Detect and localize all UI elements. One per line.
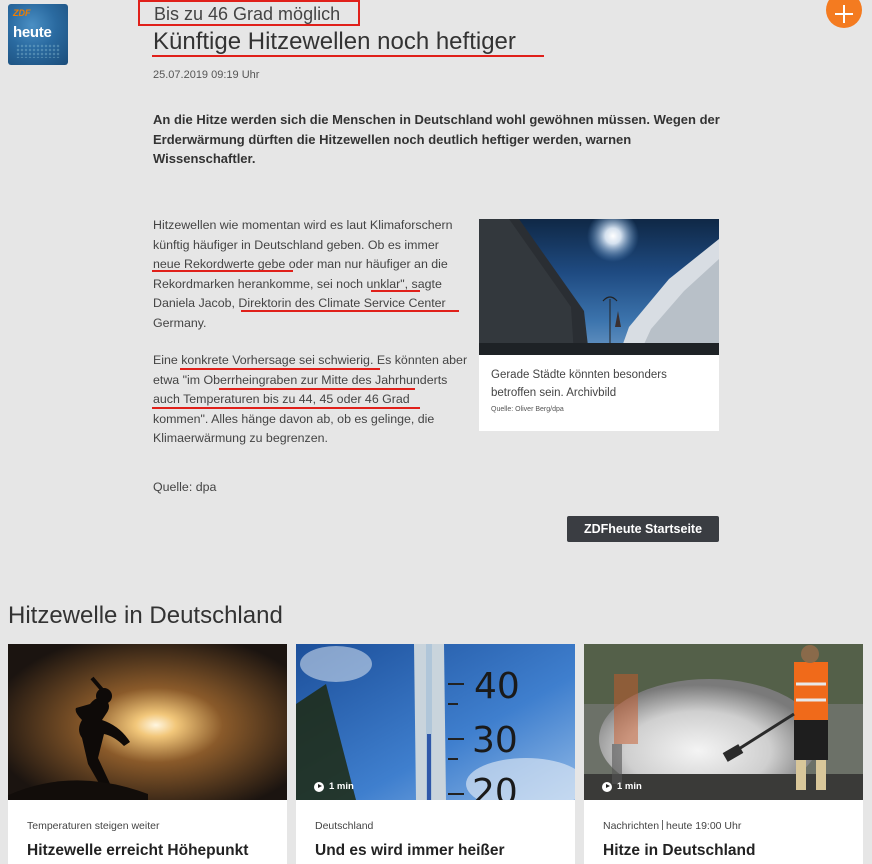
article-paragraph-2: Eine konkrete Vorhersage sei schwierig. …: [153, 353, 468, 446]
city-sun-photo: [479, 219, 719, 355]
add-button[interactable]: [826, 0, 862, 28]
card-image-thermometer: 40 30 20 1 min: [296, 644, 575, 800]
duration-label: 1 min: [329, 781, 354, 792]
article-date: 25.07.2019 09:19 Uhr: [153, 69, 260, 81]
article-figure: Gerade Städte könnten besonders betroffe…: [479, 219, 719, 431]
card-title: Und es wird immer heißer: [315, 842, 505, 859]
city-photo-graphic: [479, 219, 719, 355]
annotation-underline: [219, 388, 415, 390]
card-image-heat-silhouette: [8, 644, 287, 800]
card-category: Nachrichten: [603, 820, 660, 832]
section-title: Hitzewelle in Deutschland: [8, 602, 283, 629]
zdfheute-start-button[interactable]: ZDFheute Startseite: [567, 516, 719, 542]
card-meta: Deutschland: [315, 820, 373, 832]
thermometer-graphic: [296, 644, 575, 800]
headline-underline: [152, 55, 544, 57]
play-icon: [314, 781, 324, 792]
heat-silhouette-graphic: [8, 644, 287, 800]
card-category: Temperaturen steigen weiter: [27, 820, 160, 832]
play-icon: [602, 781, 612, 792]
thermo-tick-label: 40: [474, 666, 520, 707]
article-kicker: Bis zu 46 Grad möglich: [138, 0, 360, 26]
annotation-underline: [241, 310, 459, 312]
video-duration-badge: 1 min: [602, 781, 642, 792]
heute-logo-text: heute: [13, 24, 52, 41]
card-title: Hitze in Deutschland: [603, 842, 756, 859]
card-category: Deutschland: [315, 820, 374, 832]
plus-icon: [835, 5, 853, 23]
meta-separator: [662, 820, 664, 830]
card-broadcast: heute 19:00 Uhr: [666, 820, 742, 832]
annotation-underline: [152, 407, 420, 409]
card-meta: Nachrichten heute 19:00 Uhr: [603, 820, 741, 832]
thermo-tick-label: 30: [472, 720, 518, 761]
article-source: Quelle: dpa: [153, 480, 217, 494]
card-title: Hitzewelle erreicht Höhepunkt: [27, 842, 249, 859]
duration-label: 1 min: [617, 781, 642, 792]
road-workers-graphic: [584, 644, 863, 800]
figure-caption: Gerade Städte könnten besonders betroffe…: [491, 369, 667, 399]
article-headline: Künftige Hitzewellen noch heftiger: [153, 28, 516, 55]
article-lead: An die Hitze werden sich die Menschen in…: [153, 112, 720, 166]
card-meta: Temperaturen steigen weiter: [27, 820, 160, 832]
annotation-underline: [371, 290, 420, 292]
video-duration-badge: 1 min: [314, 781, 354, 792]
annotation-underline: [180, 368, 380, 370]
related-card[interactable]: 40 30 20 1 min Deutschland Und es wird i…: [296, 644, 575, 864]
related-card[interactable]: 1 min Nachrichten heute 19:00 Uhr Hitze i…: [584, 644, 863, 864]
card-image-road-workers: 1 min: [584, 644, 863, 800]
figure-credit: Quelle: Oliver Berg/dpa: [491, 406, 564, 413]
article-paragraph-1: Hitzewellen wie momentan wird es laut Kl…: [153, 218, 453, 330]
related-card[interactable]: Temperaturen steigen weiter Hitzewelle e…: [8, 644, 287, 864]
zdf-logo-text: ZDF: [13, 8, 31, 18]
thermo-tick-label: 20: [472, 772, 518, 800]
annotation-underline: [152, 270, 293, 272]
zdfheute-logo[interactable]: ZDF heute: [8, 4, 68, 65]
logo-pattern: [16, 44, 60, 58]
